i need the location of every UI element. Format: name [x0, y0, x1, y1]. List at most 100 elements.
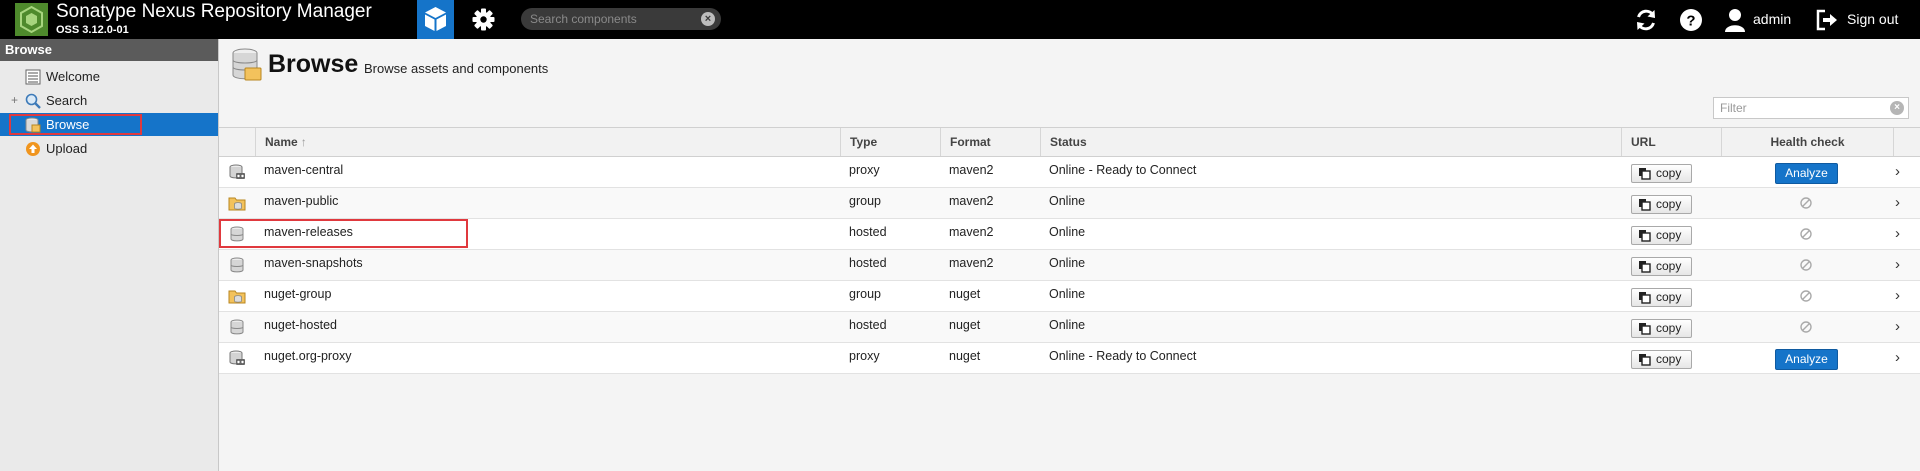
copy-url-button[interactable]: copy: [1631, 164, 1692, 183]
page-title: Browse: [268, 50, 359, 78]
repo-status: Online: [1049, 194, 1086, 208]
repo-format: maven2: [949, 256, 994, 270]
analyze-button[interactable]: Analyze: [1775, 349, 1838, 370]
sign-out-label: Sign out: [1847, 11, 1899, 27]
icon-column-header: [219, 128, 255, 156]
repo-type: proxy: [849, 349, 880, 363]
sidebar-item-upload[interactable]: Upload: [0, 137, 218, 160]
chevron-right-icon[interactable]: ›: [1895, 163, 1909, 181]
main-content: Browse Browse assets and components × Na…: [219, 39, 1920, 471]
gear-icon: [470, 8, 497, 36]
column-header-status[interactable]: Status: [1040, 128, 1621, 156]
table-row[interactable]: maven-snapshots hosted maven2 Online cop…: [219, 250, 1920, 281]
table-row[interactable]: nuget-group group nuget Online copy ›: [219, 281, 1920, 312]
repo-type: proxy: [849, 163, 880, 177]
repo-format: nuget: [949, 349, 981, 363]
repo-name: nuget.org-proxy: [264, 349, 352, 363]
expand-icon[interactable]: +: [11, 93, 18, 107]
health-not-available-icon: [1799, 258, 1813, 272]
repo-status: Online: [1049, 287, 1086, 301]
sidebar-item-browse[interactable]: Browse: [0, 113, 218, 136]
app-version: OSS 3.12.0-01: [56, 24, 129, 36]
column-header-health-check[interactable]: Health check: [1721, 128, 1893, 156]
table-row[interactable]: nuget.org-proxy proxy nuget Online - Rea…: [219, 343, 1920, 374]
analyze-button[interactable]: Analyze: [1775, 163, 1838, 184]
list-icon: [25, 69, 41, 85]
hosted-repo-icon: [228, 318, 246, 336]
repo-status: Online: [1049, 256, 1086, 270]
chevron-right-icon[interactable]: ›: [1895, 287, 1909, 305]
column-header-expand: [1893, 128, 1920, 156]
copy-label: copy: [1656, 228, 1682, 242]
top-bar: Sonatype Nexus Repository Manager OSS 3.…: [0, 0, 1920, 39]
repo-type: group: [849, 287, 881, 301]
repo-format: nuget: [949, 287, 981, 301]
copy-icon: [1638, 260, 1651, 273]
sidebar-item-label: Search: [46, 93, 88, 108]
health-not-available-icon: [1799, 320, 1813, 334]
search-components-input[interactable]: [530, 10, 690, 28]
copy-icon: [1638, 198, 1651, 211]
repo-status: Online: [1049, 225, 1086, 239]
repo-status: Online: [1049, 318, 1086, 332]
copy-url-button[interactable]: copy: [1631, 195, 1692, 214]
refresh-button[interactable]: [1632, 6, 1660, 34]
proxy-repo-icon: [228, 349, 246, 367]
repo-name: maven-central: [264, 163, 344, 177]
column-header-type[interactable]: Type: [840, 128, 940, 156]
sidebar-item-label: Upload: [46, 141, 88, 156]
app-title: Sonatype Nexus Repository Manager: [56, 1, 372, 22]
table-row[interactable]: maven-releases hosted maven2 Online copy…: [219, 219, 1920, 250]
sort-ascending-icon: ↑: [300, 135, 307, 149]
column-header-name[interactable]: Name ↑: [255, 128, 840, 156]
copy-url-button[interactable]: copy: [1631, 226, 1692, 245]
hosted-repo-icon: [228, 225, 246, 243]
signout-icon: [1815, 8, 1839, 32]
sidebar-item-search[interactable]: + Search: [0, 89, 218, 112]
svg-text:?: ?: [1686, 13, 1695, 30]
clear-filter-icon[interactable]: ×: [1890, 101, 1904, 115]
browse-mode-button[interactable]: [417, 0, 454, 39]
sidebar-item-label: Welcome: [46, 69, 100, 84]
chevron-right-icon[interactable]: ›: [1895, 256, 1909, 274]
admin-mode-button[interactable]: [470, 6, 497, 33]
copy-icon: [1638, 291, 1651, 304]
copy-url-button[interactable]: copy: [1631, 257, 1692, 276]
copy-url-button[interactable]: copy: [1631, 288, 1692, 307]
sign-out-button[interactable]: Sign out: [1815, 5, 1915, 35]
clear-search-icon[interactable]: ×: [701, 12, 715, 26]
chevron-right-icon[interactable]: ›: [1895, 318, 1909, 336]
copy-label: copy: [1656, 197, 1682, 211]
copy-icon: [1638, 353, 1651, 366]
column-header-url[interactable]: URL: [1621, 128, 1721, 156]
chevron-right-icon[interactable]: ›: [1895, 194, 1909, 212]
column-header-format[interactable]: Format: [940, 128, 1040, 156]
copy-icon: [1638, 229, 1651, 242]
magnifier-icon: [25, 93, 41, 109]
annotation-highlight-box: [9, 114, 142, 135]
copy-label: copy: [1656, 290, 1682, 304]
copy-url-button[interactable]: copy: [1631, 350, 1692, 369]
repo-type: hosted: [849, 225, 887, 239]
repo-type: group: [849, 194, 881, 208]
sidebar: Browse Welcome + Search Browse Upload: [0, 39, 219, 471]
user-icon: [1723, 7, 1747, 33]
help-button[interactable]: ?: [1677, 6, 1705, 34]
copy-label: copy: [1656, 166, 1682, 180]
copy-url-button[interactable]: copy: [1631, 319, 1692, 338]
table-row[interactable]: nuget-hosted hosted nuget Online copy ›: [219, 312, 1920, 343]
filter-input[interactable]: [1720, 100, 1880, 116]
sidebar-header: Browse: [0, 39, 218, 61]
filter-box: ×: [1713, 97, 1909, 119]
table-row[interactable]: maven-public group maven2 Online copy ›: [219, 188, 1920, 219]
page-subtitle: Browse assets and components: [364, 61, 549, 76]
repo-name: maven-public: [264, 194, 339, 208]
repo-format: maven2: [949, 225, 994, 239]
table-row[interactable]: maven-central proxy maven2 Online - Read…: [219, 157, 1920, 188]
chevron-right-icon[interactable]: ›: [1895, 349, 1909, 367]
sidebar-item-welcome[interactable]: Welcome: [0, 65, 218, 88]
nexus-logo-icon[interactable]: [15, 3, 48, 36]
column-header-label: Name: [265, 135, 298, 149]
chevron-right-icon[interactable]: ›: [1895, 225, 1909, 243]
repo-name: maven-releases: [264, 225, 353, 239]
